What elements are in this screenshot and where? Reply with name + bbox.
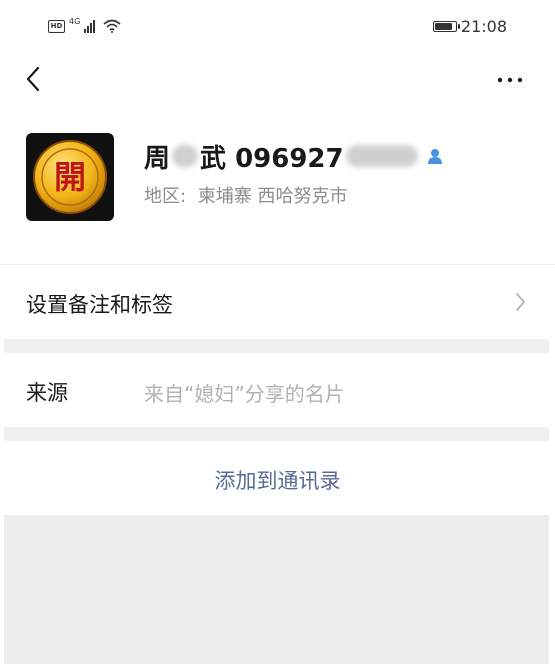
contact-name-row: 周 武 096927: [144, 138, 444, 174]
battery-icon: [432, 20, 460, 32]
source-value: 来自“媳妇”分享的名片: [144, 382, 345, 406]
region-value: 柬埔寨 西哈努克市: [197, 186, 348, 207]
chevron-left-icon: [26, 66, 40, 92]
contact-name-part2: 武 096927: [200, 143, 344, 174]
add-to-contacts-button[interactable]: 添加到通讯录: [0, 465, 555, 495]
avatar-char: 開: [54, 158, 86, 196]
avatar[interactable]: 開: [26, 133, 114, 221]
status-left: HD 4G: [48, 16, 121, 36]
chevron-right-icon: [516, 293, 525, 311]
status-right: 21:08: [432, 16, 507, 36]
coin-avatar-image: 開: [33, 140, 107, 214]
ellipsis-icon: [497, 77, 523, 83]
wifi-icon: [103, 19, 121, 33]
more-button[interactable]: [490, 64, 530, 94]
contact-profile-screen: HD 4G 21:08 開 周 武 096927 地区: 柬埔寨 西哈努克市 设…: [0, 0, 555, 664]
status-bar: HD 4G 21:08: [0, 0, 555, 50]
set-remark-tag-row[interactable]: 设置备注和标签: [0, 265, 555, 339]
clock: 21:08: [460, 16, 507, 36]
region-label: 地区:: [144, 186, 187, 207]
redacted-blur: [345, 145, 418, 167]
region-text: 地区: 柬埔寨 西哈努克市: [144, 182, 348, 208]
section-gap: [4, 427, 549, 441]
person-icon: [427, 149, 442, 164]
empty-area: [4, 515, 549, 664]
add-contact-row: 添加到通讯录: [0, 441, 555, 515]
section-gap: [4, 339, 549, 353]
source-row: 来源 来自“媳妇”分享的名片: [0, 353, 555, 427]
contact-name-part1: 周: [144, 143, 171, 174]
signal-icon: [84, 19, 96, 33]
set-remark-label: 设置备注和标签: [26, 293, 173, 317]
hd-icon: HD: [48, 19, 65, 33]
network-type: 4G: [69, 16, 81, 26]
back-button[interactable]: [22, 62, 52, 96]
redacted-blur: [172, 145, 199, 167]
source-label: 来源: [26, 381, 68, 405]
